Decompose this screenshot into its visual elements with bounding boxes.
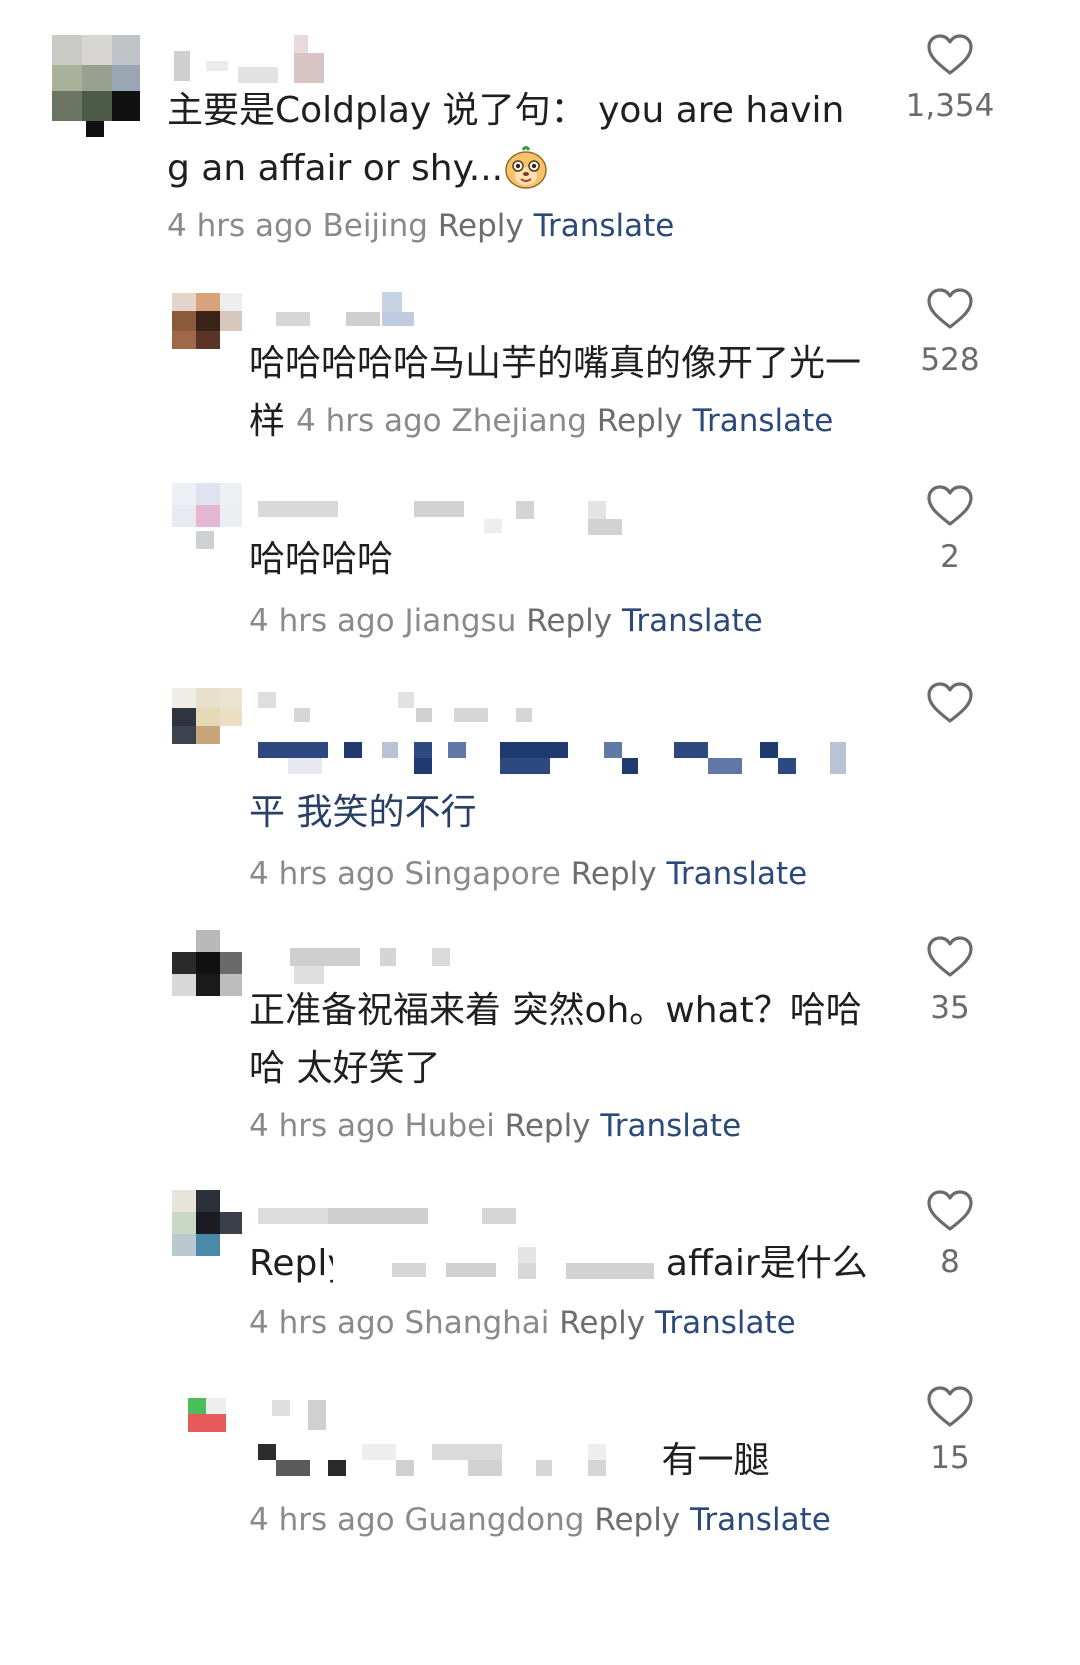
translate-button[interactable]: Translate	[666, 856, 807, 892]
location: Shanghai	[404, 1305, 550, 1341]
like-button[interactable]	[885, 682, 1015, 736]
like-count: 2	[940, 539, 960, 575]
timestamp: 4 hrs ago	[167, 208, 313, 244]
username-redacted[interactable]	[258, 686, 558, 726]
timestamp: 4 hrs ago	[249, 1108, 395, 1144]
comment-text: 主要是Coldplay 说了句： you are having an affai…	[167, 90, 845, 190]
comment-meta: 4 hrs ago Shanghai Reply Translate	[249, 1305, 796, 1341]
mention-redacted[interactable]	[258, 1442, 650, 1482]
like-button[interactable]: 8	[885, 1190, 1015, 1280]
timestamp: 4 hrs ago	[249, 1305, 395, 1341]
comment-text: 平 我笑的不行	[249, 792, 477, 833]
comment-meta: 4 hrs ago Hubei Reply Translate	[249, 1108, 741, 1144]
avatar-pixelated[interactable]	[172, 293, 242, 349]
like-count: 15	[930, 1440, 970, 1476]
reply-button[interactable]: Reply	[505, 1108, 591, 1144]
mention-redacted[interactable]	[258, 740, 858, 780]
username-redacted[interactable]	[262, 1396, 342, 1432]
like-count: 8	[940, 1244, 960, 1280]
mention-redacted[interactable]	[344, 1245, 655, 1285]
location: Singapore	[404, 856, 561, 892]
like-button[interactable]: 35	[885, 936, 1015, 1026]
location: Jiangsu	[404, 603, 517, 639]
comment-4: 正准备祝福来着 突然oh。what？哈哈哈 太好笑了 4 hrs ago Hub…	[0, 930, 1080, 1160]
translate-button[interactable]: Translate	[534, 208, 675, 244]
like-button[interactable]: 15	[885, 1386, 1015, 1476]
location: Hubei	[404, 1108, 495, 1144]
location: Zhejiang	[451, 403, 587, 439]
comment-suffix: affair是什么	[665, 1243, 868, 1284]
heart-outline-icon	[927, 34, 973, 75]
comment-0: 主要是Coldplay 说了句： you are having an affai…	[0, 0, 1080, 260]
comment-meta: 4 hrs ago Beijing Reply Translate	[167, 208, 674, 244]
translate-button[interactable]: Translate	[622, 603, 763, 639]
reply-button[interactable]: Reply	[594, 1502, 680, 1538]
heart-outline-icon	[927, 1386, 973, 1427]
translate-button[interactable]: Translate	[690, 1502, 831, 1538]
translate-button[interactable]: Translate	[693, 403, 834, 439]
comment-1: 哈哈哈哈哈马山芋的嘴真的像开了光一样 4 hrs ago Zhejiang Re…	[0, 288, 1080, 460]
location: Beijing	[322, 208, 428, 244]
heart-outline-icon	[927, 682, 973, 723]
avatar-pixelated[interactable]	[172, 930, 242, 1000]
comment-meta: 4 hrs ago Singapore Reply Translate	[249, 856, 807, 892]
like-button[interactable]: 1,354	[885, 34, 1015, 124]
timestamp: 4 hrs ago	[249, 603, 395, 639]
timestamp: 4 hrs ago	[249, 856, 395, 892]
reply-button[interactable]: Reply	[559, 1305, 645, 1341]
username-redacted[interactable]	[258, 1206, 528, 1230]
comment-prefix: Reply	[249, 1243, 333, 1284]
translate-button[interactable]: Translate	[655, 1305, 796, 1341]
heart-outline-icon	[927, 936, 973, 977]
location: Guangdong	[404, 1502, 585, 1538]
comment-meta: 4 hrs ago Guangdong Reply Translate	[249, 1502, 831, 1538]
like-count: 1,354	[905, 88, 995, 124]
like-count: 35	[930, 990, 970, 1026]
reply-button[interactable]: Reply	[597, 403, 683, 439]
comment-5: Reply affair是什么 4 hrs ago Shanghai Reply…	[0, 1190, 1080, 1370]
username-redacted[interactable]	[270, 290, 430, 330]
heart-outline-icon	[927, 288, 973, 329]
avatar-pixelated[interactable]	[172, 688, 242, 744]
avatar-pixelated[interactable]	[188, 1398, 226, 1432]
timestamp: 4 hrs ago	[249, 1502, 395, 1538]
avatar-pixelated[interactable]	[52, 35, 140, 137]
comment-suffix: 有一腿	[661, 1440, 770, 1481]
reply-button[interactable]: Reply	[526, 603, 612, 639]
reply-button[interactable]: Reply	[438, 208, 524, 244]
comment-2: 哈哈哈哈 4 hrs ago Jiangsu Reply Translate 2	[0, 483, 1080, 653]
like-button[interactable]: 2	[885, 485, 1015, 575]
comment-text: 有一腿	[258, 1432, 868, 1490]
timestamp: 4 hrs ago	[296, 403, 442, 439]
comment-meta: 4 hrs ago Jiangsu Reply Translate	[249, 603, 763, 639]
heart-outline-icon	[927, 485, 973, 526]
meerkat-emoji-icon	[503, 144, 549, 190]
comment-6: 有一腿 4 hrs ago Guangdong Reply Translate …	[0, 1386, 1080, 1566]
username-redacted[interactable]	[170, 35, 340, 85]
comment-text: 正准备祝福来着 突然oh。what？哈哈哈 太好笑了	[249, 990, 862, 1089]
avatar-pixelated[interactable]	[172, 1190, 242, 1260]
reply-button[interactable]: Reply	[571, 856, 657, 892]
like-count: 528	[920, 342, 980, 378]
avatar-pixelated[interactable]	[172, 483, 242, 551]
comment-meta: 4 hrs ago Zhejiang Reply Translate	[296, 403, 833, 439]
translate-button[interactable]: Translate	[600, 1108, 741, 1144]
heart-outline-icon	[927, 1190, 973, 1231]
comment-text: Reply affair是什么	[249, 1235, 868, 1293]
comment-text: 哈哈哈哈	[249, 539, 394, 580]
comment-3: 平 我笑的不行 4 hrs ago Singapore Reply Transl…	[0, 682, 1080, 906]
like-button[interactable]: 528	[885, 288, 1015, 378]
